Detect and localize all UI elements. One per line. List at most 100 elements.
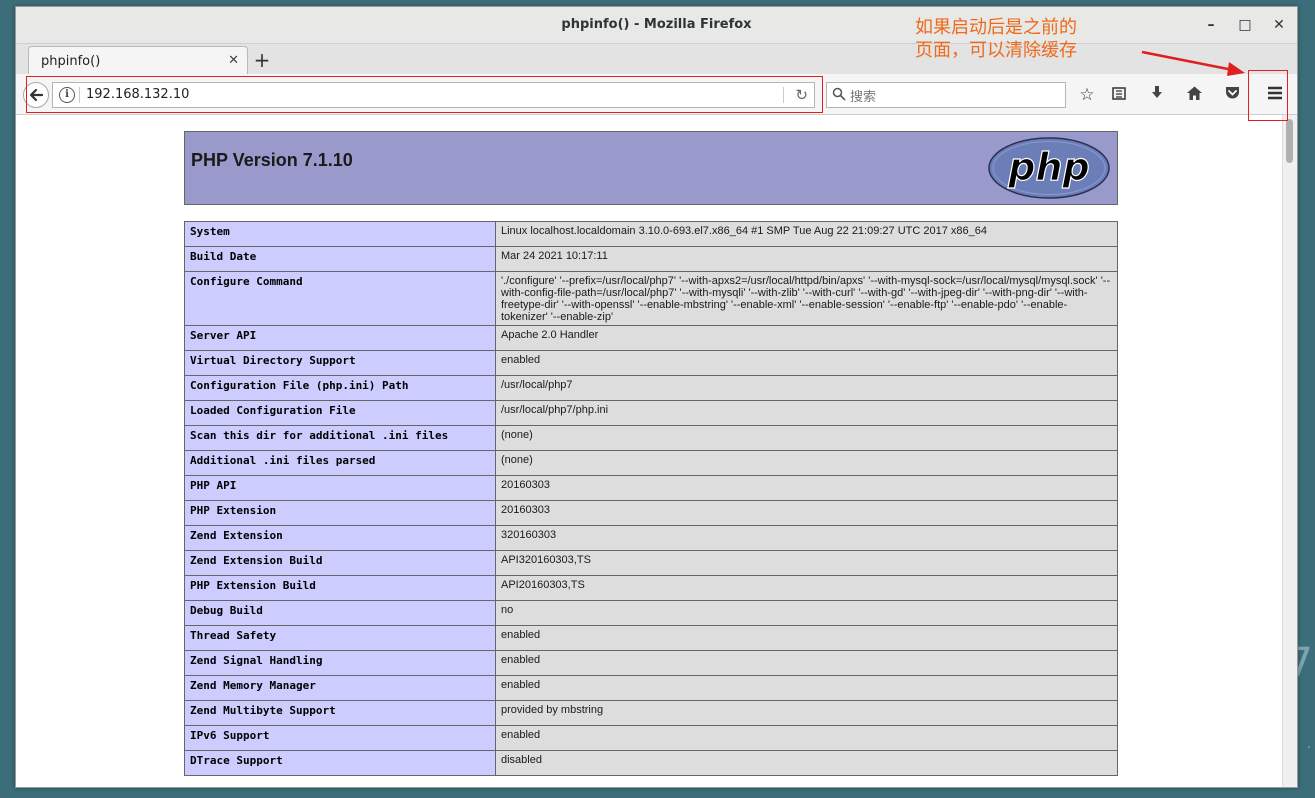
new-tab-button[interactable]: + bbox=[252, 48, 272, 72]
info-row: Zend Extension Build API320160303,TS bbox=[184, 550, 1118, 576]
bookmark-star-icon[interactable]: ☆ bbox=[1077, 85, 1097, 105]
download-arrow-icon bbox=[1152, 86, 1162, 98]
menu-highlight-box bbox=[1248, 70, 1288, 121]
tab-close-icon[interactable]: ✕ bbox=[228, 53, 239, 68]
annotation-line-2: 页面，可以清除缓存 bbox=[915, 40, 1077, 61]
scrollbar-thumb[interactable] bbox=[1286, 119, 1293, 163]
info-row: Thread Safety enabled bbox=[184, 625, 1118, 651]
info-row: DTrace Support disabled bbox=[184, 750, 1118, 776]
pocket-button[interactable] bbox=[1222, 85, 1242, 105]
info-value: enabled bbox=[495, 350, 1118, 376]
info-row: Zend Multibyte Support provided by mbstri… bbox=[184, 700, 1118, 726]
downloads-button[interactable] bbox=[1147, 85, 1167, 105]
info-key: Zend Extension bbox=[184, 525, 496, 551]
info-row: Virtual Directory Support enabled bbox=[184, 350, 1118, 376]
info-value: 20160303 bbox=[495, 500, 1118, 526]
info-row: Scan this dir for additional .ini files(… bbox=[184, 425, 1118, 451]
maximize-button[interactable]: □ bbox=[1235, 15, 1255, 35]
info-row: Configure Command './configure' '--prefix… bbox=[184, 271, 1118, 326]
info-key: PHP Extension bbox=[184, 500, 496, 526]
info-row: Debug Build no bbox=[184, 600, 1118, 626]
info-value: API20160303,TS bbox=[495, 575, 1118, 601]
info-key: Zend Memory Manager bbox=[184, 675, 496, 701]
info-row: PHP API 20160303 bbox=[184, 475, 1118, 501]
close-window-button[interactable]: ✕ bbox=[1269, 15, 1289, 35]
info-value: enabled bbox=[495, 725, 1118, 751]
info-row: PHP Extension Build API20160303,TS bbox=[184, 575, 1118, 601]
info-value: /usr/local/php7/php.ini bbox=[495, 400, 1118, 426]
info-row: IPv6 Support enabled bbox=[184, 725, 1118, 751]
php-version-header: PHP Version 7.1.10 php bbox=[184, 131, 1118, 205]
info-row: Additional .ini files parsed (none) bbox=[184, 450, 1118, 476]
info-value: /usr/local/php7 bbox=[495, 375, 1118, 401]
info-row: Zend Signal Handling enabled bbox=[184, 650, 1118, 676]
annotation-arrow-icon bbox=[1141, 50, 1245, 76]
info-value: (none) bbox=[495, 425, 1118, 451]
info-key: DTrace Support bbox=[184, 750, 496, 776]
info-row: Server API Apache 2.0 Handler bbox=[184, 325, 1118, 351]
annotation-line-1: 如果启动后是之前的 bbox=[915, 17, 1077, 38]
info-row: Build Date Mar 24 2021 10:17:11 bbox=[184, 246, 1118, 272]
info-row: Configuration File (php.ini) Path/usr/lo… bbox=[184, 375, 1118, 401]
info-value: './configure' '--prefix=/usr/local/php7'… bbox=[495, 271, 1118, 326]
info-value: provided by mbstring bbox=[495, 700, 1118, 726]
info-key: Thread Safety bbox=[184, 625, 496, 651]
url-highlight-box bbox=[26, 76, 823, 113]
info-value: enabled bbox=[495, 625, 1118, 651]
page-content[interactable]: PHP Version 7.1.10 php System Linux local… bbox=[16, 115, 1283, 787]
info-value: Linux localhost.localdomain 3.10.0-693.e… bbox=[495, 221, 1118, 247]
php-logo-icon: php bbox=[988, 137, 1110, 199]
info-value: API320160303,TS bbox=[495, 550, 1118, 576]
info-value: enabled bbox=[495, 650, 1118, 676]
info-value: 20160303 bbox=[495, 475, 1118, 501]
desktop-background-glyph: · bbox=[1306, 740, 1311, 756]
vertical-scrollbar[interactable] bbox=[1282, 115, 1297, 787]
info-row: PHP Extension 20160303 bbox=[184, 500, 1118, 526]
home-button[interactable] bbox=[1184, 85, 1204, 105]
info-key: System bbox=[184, 221, 496, 247]
info-key: Debug Build bbox=[184, 600, 496, 626]
info-value: enabled bbox=[495, 675, 1118, 701]
tab-title: phpinfo() bbox=[41, 54, 101, 69]
window-titlebar[interactable]: phpinfo() - Mozilla Firefox – □ ✕ bbox=[16, 7, 1297, 44]
info-key: PHP API bbox=[184, 475, 496, 501]
bookmarks-library-button[interactable] bbox=[1109, 85, 1129, 105]
info-key: Configure Command bbox=[184, 271, 496, 326]
info-row: Loaded Configuration File/usr/local/php7… bbox=[184, 400, 1118, 426]
info-key: Virtual Directory Support bbox=[184, 350, 496, 376]
search-icon bbox=[832, 87, 846, 101]
info-key: IPv6 Support bbox=[184, 725, 496, 751]
info-row: Zend Memory Manager enabled bbox=[184, 675, 1118, 701]
info-key: Server API bbox=[184, 325, 496, 351]
info-key: Zend Extension Build bbox=[184, 550, 496, 576]
search-bar[interactable]: 搜索 bbox=[826, 82, 1066, 108]
tab-phpinfo[interactable]: phpinfo() ✕ bbox=[28, 46, 248, 75]
info-value: Apache 2.0 Handler bbox=[495, 325, 1118, 351]
info-value: Mar 24 2021 10:17:11 bbox=[495, 246, 1118, 272]
info-value: disabled bbox=[495, 750, 1118, 776]
info-value: no bbox=[495, 600, 1118, 626]
search-input[interactable]: 搜索 bbox=[850, 86, 876, 105]
info-key: Zend Multibyte Support bbox=[184, 700, 496, 726]
info-key: Scan this dir for additional .ini files bbox=[184, 425, 496, 451]
php-logo-text: php bbox=[1007, 145, 1089, 189]
info-key: Zend Signal Handling bbox=[184, 650, 496, 676]
info-value: 320160303 bbox=[495, 525, 1118, 551]
info-key: Loaded Configuration File bbox=[184, 400, 496, 426]
php-info-table: System Linux localhost.localdomain 3.10.0… bbox=[184, 221, 1118, 776]
info-key: Configuration File (php.ini) Path bbox=[184, 375, 496, 401]
firefox-window: phpinfo() - Mozilla Firefox – □ ✕ phpinf… bbox=[15, 6, 1298, 788]
pocket-icon bbox=[1225, 87, 1239, 99]
annotation-note: 如果启动后是之前的 页面，可以清除缓存 bbox=[915, 16, 1077, 62]
home-icon bbox=[1186, 86, 1202, 100]
info-value: (none) bbox=[495, 450, 1118, 476]
library-icon bbox=[1112, 87, 1126, 100]
php-version-title: PHP Version 7.1.10 bbox=[191, 150, 353, 170]
info-key: Additional .ini files parsed bbox=[184, 450, 496, 476]
info-key: PHP Extension Build bbox=[184, 575, 496, 601]
window-title: phpinfo() - Mozilla Firefox bbox=[561, 17, 752, 32]
minimize-button[interactable]: – bbox=[1201, 15, 1221, 35]
info-row: Zend Extension 320160303 bbox=[184, 525, 1118, 551]
info-row: System Linux localhost.localdomain 3.10.0… bbox=[184, 221, 1118, 247]
info-key: Build Date bbox=[184, 246, 496, 272]
